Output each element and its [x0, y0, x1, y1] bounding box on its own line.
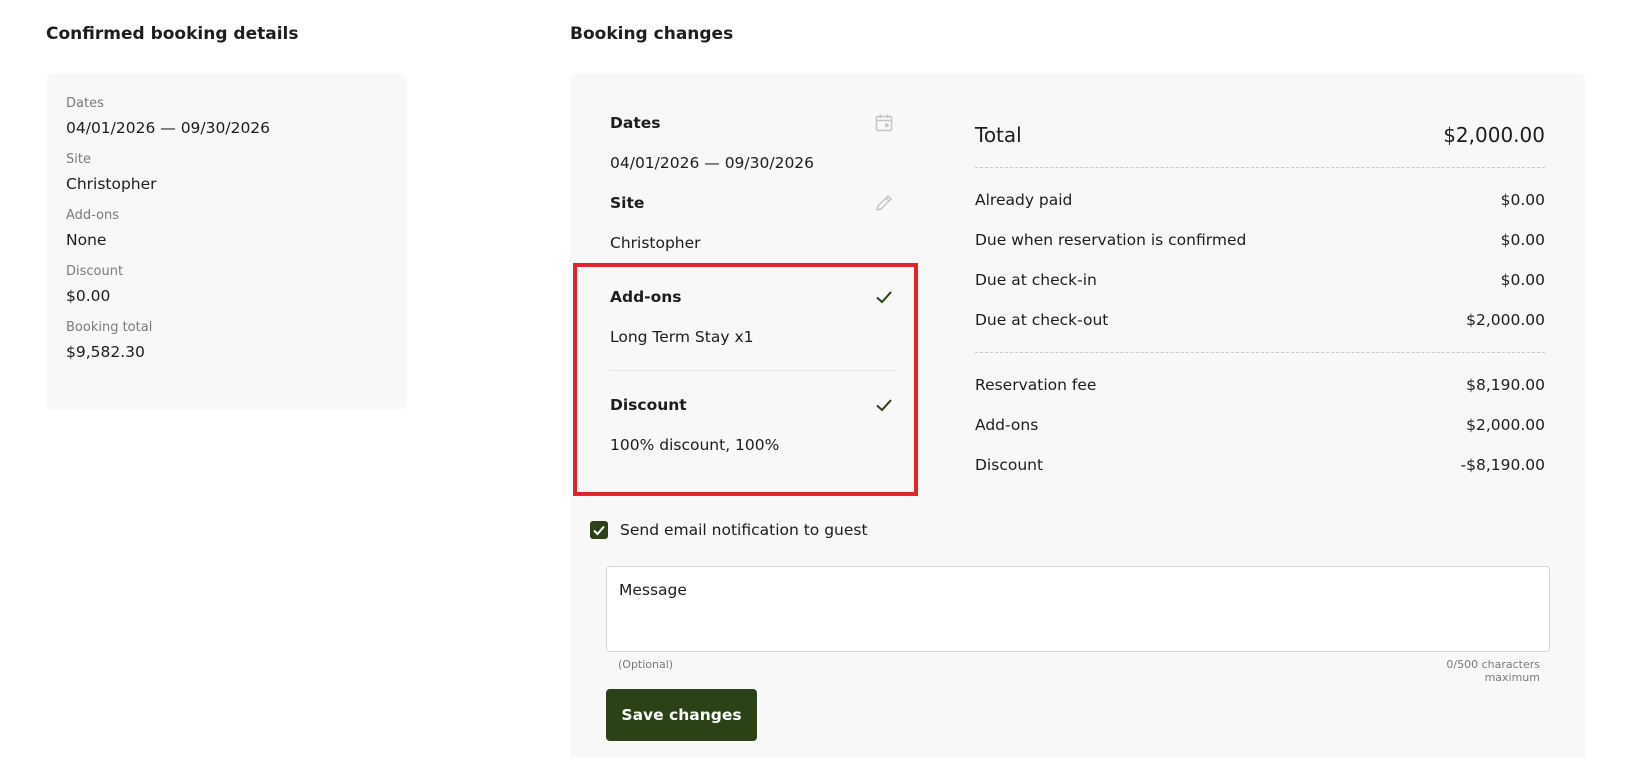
- change-head: Discount: [610, 385, 895, 425]
- row-value: $0.00: [1500, 231, 1545, 249]
- summary-row: Already paid $0.00: [975, 180, 1545, 220]
- email-notification-option: Send email notification to guest: [590, 521, 868, 539]
- change-head: Dates: [610, 103, 895, 143]
- email-notification-checkbox[interactable]: [590, 521, 608, 539]
- field-label: Site: [66, 152, 91, 167]
- summary-row: Due when reservation is confirmed $0.00: [975, 220, 1545, 260]
- dashed-divider: [975, 167, 1545, 168]
- booking-changes-title: Booking changes: [570, 24, 734, 44]
- field-value: None: [66, 231, 107, 249]
- row-label: Already paid: [975, 191, 1073, 209]
- summary-row: Discount -$8,190.00: [975, 445, 1545, 485]
- change-value: 100% discount, 100%: [610, 436, 780, 454]
- change-value: 04/01/2026 — 09/30/2026: [610, 154, 815, 172]
- checkmark-icon: [873, 394, 895, 416]
- change-value: Christopher: [610, 234, 701, 252]
- row-value: $2,000.00: [1466, 416, 1545, 434]
- booking-changes-card: Dates 04/01/2026 — 09/30/2026 Site Chris…: [570, 73, 1586, 757]
- message-textarea[interactable]: Message: [606, 566, 1550, 652]
- char-count: 0/500 characters maximum: [1446, 658, 1540, 684]
- field-value: $0.00: [66, 287, 111, 305]
- field-value: $9,582.30: [66, 343, 145, 361]
- email-notification-label[interactable]: Send email notification to guest: [620, 521, 868, 539]
- summary-row: Add-ons $2,000.00: [975, 405, 1545, 445]
- dashed-divider: [975, 352, 1545, 353]
- change-discount: Discount 100% discount, 100%: [610, 385, 895, 465]
- row-label: Due at check-out: [975, 311, 1109, 329]
- row-label: Add-ons: [975, 416, 1039, 434]
- change-dates: Dates 04/01/2026 — 09/30/2026: [610, 103, 895, 183]
- confirmed-addons: Add-ons None: [66, 207, 387, 252]
- confirmed-discount: Discount $0.00: [66, 263, 387, 308]
- row-value: $0.00: [1500, 191, 1545, 209]
- change-label: Discount: [610, 396, 687, 414]
- field-label: Discount: [66, 264, 124, 279]
- change-site: Site Christopher: [610, 183, 895, 263]
- optional-hint: (Optional): [618, 658, 674, 671]
- row-value: $8,190.00: [1466, 376, 1545, 394]
- row-label: Due at check-in: [975, 271, 1097, 289]
- pencil-icon[interactable]: [873, 192, 895, 214]
- change-label: Dates: [610, 114, 661, 132]
- booking-page: Confirmed booking details Dates 04/01/20…: [0, 0, 1639, 757]
- field-label: Dates: [66, 96, 104, 111]
- row-label: Discount: [975, 456, 1044, 474]
- row-label: Due when reservation is confirmed: [975, 231, 1247, 249]
- summary-row: Due at check-in $0.00: [975, 260, 1545, 300]
- change-label: Add-ons: [610, 288, 682, 306]
- save-changes-button[interactable]: Save changes: [606, 689, 757, 741]
- message-placeholder: Message: [619, 581, 687, 599]
- confirmed-site: Site Christopher: [66, 151, 387, 196]
- change-list: Dates 04/01/2026 — 09/30/2026 Site Chris…: [610, 103, 895, 465]
- change-addons: Add-ons Long Term Stay x1: [610, 277, 895, 357]
- field-label: Add-ons: [66, 208, 120, 223]
- calendar-icon[interactable]: [873, 112, 895, 134]
- price-summary: Total $2,000.00 Already paid $0.00 Due w…: [975, 115, 1545, 485]
- change-head: Add-ons: [610, 277, 895, 317]
- confirmed-details-card: Dates 04/01/2026 — 09/30/2026 Site Chris…: [46, 73, 407, 410]
- total-value: $2,000.00: [1443, 123, 1545, 147]
- change-head: Site: [610, 183, 895, 223]
- row-value: $0.00: [1500, 271, 1545, 289]
- row-label: Reservation fee: [975, 376, 1097, 394]
- change-label: Site: [610, 194, 645, 212]
- row-value: -$8,190.00: [1460, 456, 1545, 474]
- summary-row: Reservation fee $8,190.00: [975, 365, 1545, 405]
- confirmed-dates: Dates 04/01/2026 — 09/30/2026: [66, 95, 387, 140]
- checkmark-icon: [593, 525, 605, 536]
- summary-total: Total $2,000.00: [975, 115, 1545, 155]
- field-value: Christopher: [66, 175, 157, 193]
- summary-row: Due at check-out $2,000.00: [975, 300, 1545, 340]
- total-label: Total: [975, 123, 1022, 147]
- confirmed-booking-total: Booking total $9,582.30: [66, 319, 387, 364]
- field-value: 04/01/2026 — 09/30/2026: [66, 119, 271, 137]
- row-value: $2,000.00: [1466, 311, 1545, 329]
- change-value: Long Term Stay x1: [610, 328, 754, 346]
- divider: [610, 370, 895, 371]
- confirmed-details-title: Confirmed booking details: [46, 24, 299, 44]
- checkmark-icon: [873, 286, 895, 308]
- field-label: Booking total: [66, 320, 153, 335]
